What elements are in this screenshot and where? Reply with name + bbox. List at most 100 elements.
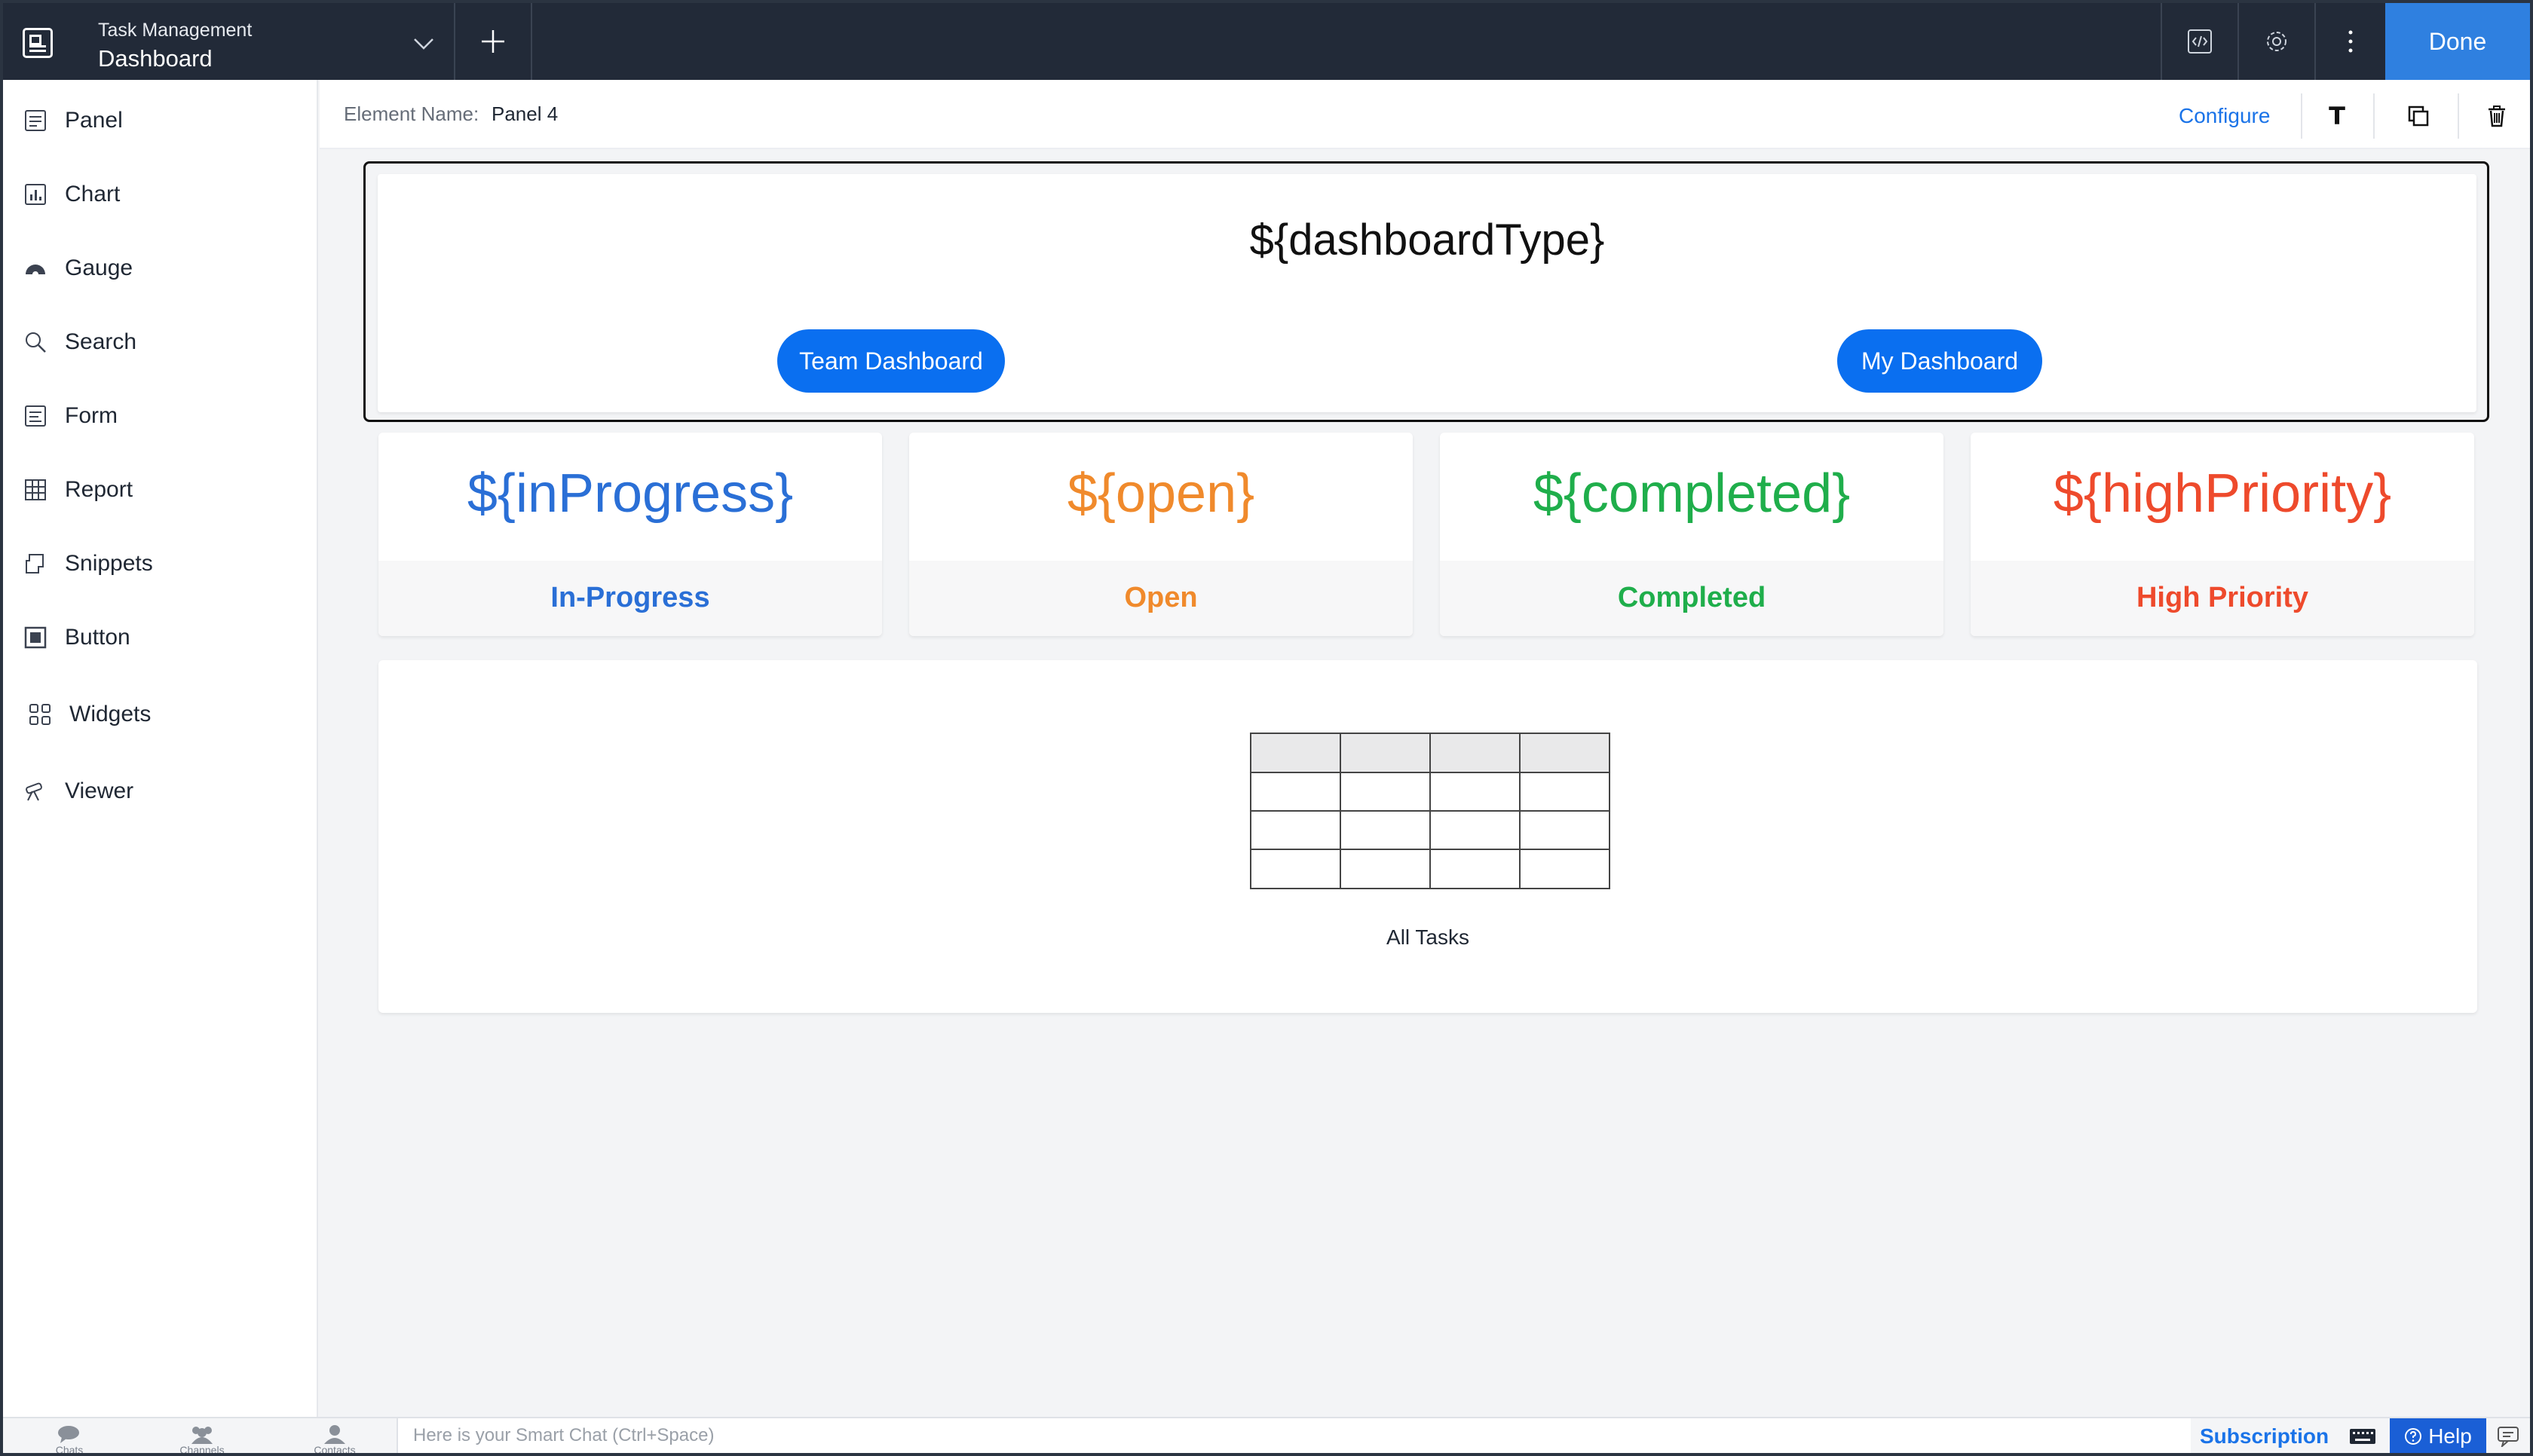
- page-title: Dashboard: [98, 45, 213, 72]
- stat-footer: Completed: [1440, 561, 1943, 636]
- report-panel[interactable]: All Tasks: [378, 660, 2477, 1013]
- contact-icon: [324, 1425, 345, 1444]
- sidebar-item-label: Report: [65, 477, 133, 502]
- sidebar-item-chart[interactable]: Chart: [3, 164, 318, 225]
- stat-value: ${open}: [1067, 463, 1255, 524]
- delete-button[interactable]: [2477, 96, 2516, 136]
- widgets-icon: [27, 702, 53, 727]
- feedback-button[interactable]: [2495, 1424, 2521, 1448]
- subscription-link[interactable]: Subscription: [2200, 1424, 2329, 1448]
- sidebar-item-widgets[interactable]: Widgets: [3, 684, 318, 745]
- help-button[interactable]: Help: [2390, 1418, 2486, 1453]
- stat-value: ${inProgress}: [467, 463, 794, 524]
- text-style-button[interactable]: T: [2317, 96, 2357, 136]
- settings-button[interactable]: [2239, 3, 2314, 80]
- sidebar-item-label: Form: [65, 403, 118, 428]
- report-caption: All Tasks: [1386, 925, 1469, 949]
- bottom-bar: Chats Channels Contacts Subscription Hel…: [3, 1417, 2530, 1453]
- chats-label: Chats: [55, 1444, 84, 1453]
- stat-footer: High Priority: [1971, 561, 2474, 636]
- divider: [2301, 93, 2302, 139]
- channels-icon: [191, 1427, 213, 1444]
- stat-label: Completed: [1617, 582, 1766, 613]
- sidebar-item-search[interactable]: Search: [3, 312, 318, 372]
- sidebar-item-gauge[interactable]: Gauge: [3, 238, 318, 298]
- sidebar-item-panel[interactable]: Panel: [3, 90, 318, 151]
- stat-label: In-Progress: [550, 582, 710, 613]
- stat-value: ${completed}: [1533, 463, 1851, 524]
- gauge-icon: [23, 255, 48, 281]
- gear-icon: [2267, 32, 2286, 51]
- sidebar-item-label: Button: [65, 625, 130, 650]
- element-name-value: Panel 4: [492, 102, 559, 125]
- stat-footer: Open: [909, 561, 1413, 636]
- contacts-label: Contacts: [314, 1444, 356, 1453]
- table-placeholder-icon: [1250, 733, 1610, 889]
- sidebar-item-snippets[interactable]: Snippets: [3, 534, 318, 594]
- code-button[interactable]: [2162, 3, 2237, 80]
- selected-panel[interactable]: ${dashboardType} Team Dashboard My Dashb…: [363, 161, 2489, 422]
- stat-card-in-progress[interactable]: ${inProgress} In-Progress: [378, 433, 882, 636]
- sidebar-item-label: Panel: [65, 108, 123, 133]
- stat-label: Open: [1124, 582, 1198, 613]
- more-vertical-icon: [2348, 30, 2353, 53]
- sidebar-item-label: Viewer: [65, 778, 134, 803]
- stat-value: ${highPriority}: [2053, 463, 2392, 524]
- stat-card-open[interactable]: ${open} Open: [909, 433, 1413, 636]
- chevron-down-icon[interactable]: [410, 30, 437, 57]
- sidebar-item-label: Widgets: [69, 702, 152, 726]
- duplicate-button[interactable]: [2399, 96, 2438, 136]
- feedback-icon: [2498, 1427, 2519, 1447]
- plus-icon: [482, 30, 504, 53]
- button-icon: [23, 625, 48, 650]
- report-icon: [23, 477, 48, 503]
- my-dashboard-button[interactable]: My Dashboard: [1837, 329, 2042, 393]
- divider: [531, 3, 532, 80]
- add-button[interactable]: [455, 3, 531, 80]
- smart-chat-input[interactable]: [398, 1418, 2191, 1453]
- sidebar-item-label: Snippets: [65, 551, 153, 576]
- sidebar-item-label: Gauge: [65, 255, 133, 280]
- panel-content: ${dashboardType} Team Dashboard My Dashb…: [378, 174, 2476, 412]
- element-name-bar: Element Name: Panel 4 Configure T: [320, 80, 2530, 149]
- copy-icon: [2408, 106, 2429, 127]
- keyboard-shortcuts-button[interactable]: [2346, 1423, 2379, 1450]
- search-icon: [23, 329, 48, 355]
- done-button[interactable]: Done: [2385, 3, 2530, 80]
- divider: [2373, 93, 2375, 139]
- stat-label: High Priority: [2136, 582, 2309, 613]
- viewer-icon: [23, 778, 48, 804]
- channels-tab[interactable]: Channels: [136, 1418, 268, 1453]
- trash-icon: [2489, 106, 2505, 127]
- smart-chat-bar: [397, 1418, 2191, 1453]
- channels-label: Channels: [179, 1444, 225, 1453]
- stat-card-completed[interactable]: ${completed} Completed: [1440, 433, 1943, 636]
- sidebar-item-viewer[interactable]: Viewer: [3, 761, 318, 821]
- snippets-icon: [23, 551, 48, 577]
- contacts-tab[interactable]: Contacts: [268, 1418, 401, 1453]
- chat-bubble-icon: [58, 1426, 79, 1443]
- help-circle-icon: [2405, 1428, 2422, 1445]
- team-dashboard-button[interactable]: Team Dashboard: [777, 329, 1005, 393]
- code-icon: [2188, 29, 2212, 54]
- text-icon: T: [2329, 102, 2345, 130]
- app-subtitle: Task Management: [98, 20, 253, 41]
- dashboard-type-heading: ${dashboardType}: [1249, 216, 1605, 265]
- help-label: Help: [2428, 1424, 2472, 1448]
- element-name-label: Element Name:: [344, 102, 479, 125]
- sidebar: Panel Chart Gauge Search Form Report Sni…: [3, 80, 318, 1417]
- keyboard-icon: [2350, 1429, 2375, 1444]
- sidebar-item-report[interactable]: Report: [3, 460, 318, 520]
- sidebar-item-form[interactable]: Form: [3, 386, 318, 446]
- sidebar-item-label: Search: [65, 329, 137, 354]
- form-icon: [23, 403, 48, 429]
- stat-card-high-priority[interactable]: ${highPriority} High Priority: [1971, 433, 2474, 636]
- chats-tab[interactable]: Chats: [3, 1418, 136, 1453]
- app-window: Task Management Dashboard Done Panel Cha…: [3, 3, 2530, 1453]
- more-options-button[interactable]: [2316, 3, 2385, 80]
- divider: [2458, 93, 2459, 139]
- panel-icon: [23, 108, 48, 133]
- app-logo-icon[interactable]: [23, 28, 53, 58]
- sidebar-item-button[interactable]: Button: [3, 607, 318, 668]
- configure-link[interactable]: Configure: [2179, 104, 2270, 128]
